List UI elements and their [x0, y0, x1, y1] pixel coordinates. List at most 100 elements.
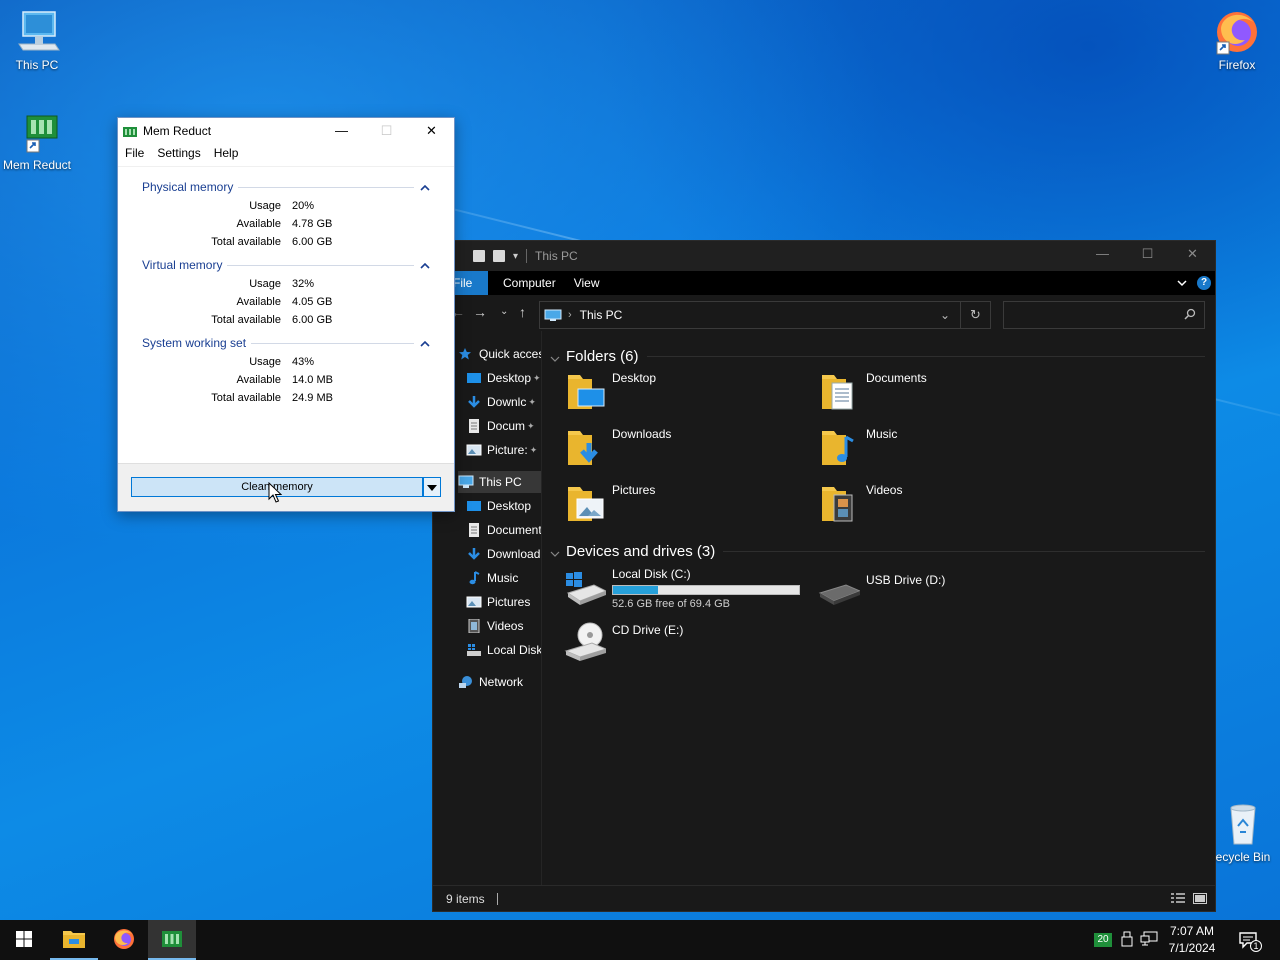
- mem-reduct-window-controls: — ☐ ✕: [319, 118, 454, 143]
- nav-label: Document: [487, 523, 541, 537]
- chevron-up-icon[interactable]: [420, 182, 430, 192]
- status-separator: [496, 892, 498, 905]
- stat-row: Available 14.0 MB: [118, 374, 378, 392]
- nav-item-downloads-pinned[interactable]: Downlc ✦: [466, 391, 536, 413]
- drive-tile-local-disk-c[interactable]: Local Disk (C:) 52.6 GB free of 69.4 GB: [564, 565, 809, 617]
- drive-tile-cd-e[interactable]: CD Drive (E:): [564, 621, 804, 673]
- nav-item-local-disk[interactable]: Local Disk: [466, 639, 541, 661]
- nav-item-network[interactable]: Network: [458, 671, 523, 693]
- group-divider: [251, 342, 414, 344]
- qat-dropdown-icon[interactable]: ▾: [513, 251, 518, 262]
- this-pc-small-icon: [544, 309, 562, 321]
- folder-tile-videos[interactable]: Videos: [818, 481, 1058, 529]
- windows-logo-icon: [16, 930, 32, 950]
- address-dropdown-icon[interactable]: ⌄: [940, 308, 950, 322]
- menu-file[interactable]: File: [125, 146, 144, 160]
- breadcrumb[interactable]: This PC: [580, 308, 623, 322]
- refresh-icon[interactable]: ↻: [960, 302, 990, 328]
- nav-item-this-pc[interactable]: This PC: [458, 471, 541, 493]
- document-icon: [466, 419, 482, 433]
- stat-key: Available: [236, 218, 281, 230]
- close-button[interactable]: ✕: [409, 118, 454, 143]
- network-icon[interactable]: [1140, 931, 1158, 950]
- minimize-button[interactable]: —: [319, 118, 364, 143]
- taskbar-firefox[interactable]: [100, 920, 148, 960]
- drive-label: Local Disk (C:): [612, 567, 691, 581]
- stat-value: 6.00 GB: [292, 314, 333, 326]
- chevron-up-icon[interactable]: [420, 338, 430, 348]
- folder-tile-downloads[interactable]: Downloads: [564, 425, 804, 473]
- explorer-window-controls: — ☐ ✕: [1080, 241, 1215, 266]
- clean-memory-dropdown-button[interactable]: [423, 477, 441, 497]
- stat-value: 43%: [292, 356, 315, 368]
- nav-item-quick-access[interactable]: Quick acces: [458, 343, 541, 365]
- folder-label: Pictures: [612, 483, 656, 497]
- devices-section-header[interactable]: Devices and drives (3): [550, 541, 1205, 561]
- documents-folder-icon: [818, 369, 860, 411]
- action-center-button[interactable]: 1: [1228, 920, 1268, 960]
- large-icons-view-icon[interactable]: [1193, 893, 1207, 904]
- nav-item-music[interactable]: Music: [466, 567, 518, 589]
- chevron-down-icon: [550, 546, 560, 557]
- mem-reduct-tray-icon[interactable]: 20: [1094, 933, 1112, 947]
- nav-label: Downlc: [487, 395, 527, 409]
- folder-tile-music[interactable]: Music: [818, 425, 1058, 473]
- nav-item-videos[interactable]: Videos: [466, 615, 523, 637]
- forward-arrow-icon[interactable]: →: [473, 305, 487, 319]
- nav-label: Videos: [487, 619, 524, 633]
- drive-tile-usb-d[interactable]: USB Drive (D:): [818, 565, 1058, 617]
- group-title: Virtual memory: [142, 258, 223, 272]
- help-icon[interactable]: ?: [1197, 276, 1211, 290]
- maximize-button[interactable]: ☐: [1125, 241, 1170, 266]
- menu-help[interactable]: Help: [214, 146, 239, 160]
- minimize-button[interactable]: —: [1080, 241, 1125, 266]
- pin-icon: ✦: [533, 372, 541, 383]
- taskbar-clock[interactable]: 7:07 AM 7/1/2024: [1162, 923, 1222, 957]
- quick-access-toolbar: ▾: [473, 249, 531, 263]
- desktop-icon-mem-reduct[interactable]: Mem Reduct: [0, 108, 74, 172]
- folder-tile-documents[interactable]: Documents: [818, 369, 1058, 417]
- group-system-working-set[interactable]: System working set: [142, 334, 430, 352]
- nav-item-desktop[interactable]: Desktop: [466, 495, 531, 517]
- menu-settings[interactable]: Settings: [157, 146, 200, 160]
- explorer-title-bar[interactable]: ▾ This PC — ☐ ✕: [433, 241, 1215, 271]
- address-bar[interactable]: › This PC ⌄ ↻: [539, 301, 991, 329]
- stat-row: Usage 43%: [118, 356, 378, 374]
- music-folder-icon: [818, 425, 860, 467]
- stat-row: Total available 24.9 MB: [118, 392, 378, 410]
- stat-key: Usage: [249, 356, 281, 368]
- taskbar-mem-reduct[interactable]: [148, 920, 196, 960]
- desktop-icon-this-pc[interactable]: This PC: [0, 8, 74, 72]
- chevron-up-icon[interactable]: [420, 260, 430, 270]
- close-button[interactable]: ✕: [1170, 241, 1215, 266]
- nav-item-documents[interactable]: Document: [466, 519, 541, 541]
- stat-value: 20%: [292, 200, 315, 212]
- properties-icon[interactable]: [473, 250, 485, 262]
- group-physical-memory[interactable]: Physical memory: [142, 178, 430, 196]
- recent-locations-icon[interactable]: ⌄: [500, 305, 508, 319]
- nav-item-downloads[interactable]: Download: [466, 543, 540, 565]
- desktop-icon-recycle-bin[interactable]: ecycle Bin: [1206, 800, 1280, 864]
- file-explorer-icon: [62, 929, 86, 952]
- usb-icon[interactable]: [1120, 931, 1134, 950]
- folder-tile-desktop[interactable]: Desktop: [564, 369, 804, 417]
- details-view-icon[interactable]: [1171, 893, 1185, 904]
- tab-view[interactable]: View: [574, 276, 600, 290]
- desktop-folder-icon: [564, 369, 606, 411]
- new-folder-icon[interactable]: [493, 250, 505, 262]
- desktop-icon-firefox[interactable]: Firefox: [1200, 8, 1274, 72]
- folder-tile-pictures[interactable]: Pictures: [564, 481, 804, 529]
- tab-computer[interactable]: Computer: [503, 276, 556, 290]
- mem-reduct-title-bar[interactable]: Mem Reduct — ☐ ✕: [118, 118, 454, 143]
- group-virtual-memory[interactable]: Virtual memory: [142, 256, 430, 274]
- nav-item-pictures-pinned[interactable]: Picture: ✦: [466, 439, 537, 461]
- search-input[interactable]: [1003, 301, 1205, 329]
- folders-section-header[interactable]: Folders (6): [550, 346, 1205, 366]
- expand-ribbon-icon[interactable]: [1177, 277, 1187, 287]
- up-arrow-icon[interactable]: ↑: [519, 305, 526, 319]
- start-button[interactable]: [0, 920, 48, 960]
- nav-item-documents-pinned[interactable]: Docum ✦: [466, 415, 535, 437]
- nav-item-pictures[interactable]: Pictures: [466, 591, 530, 613]
- taskbar-file-explorer[interactable]: [50, 920, 98, 960]
- nav-item-desktop-pinned[interactable]: Desktop ✦: [466, 367, 541, 389]
